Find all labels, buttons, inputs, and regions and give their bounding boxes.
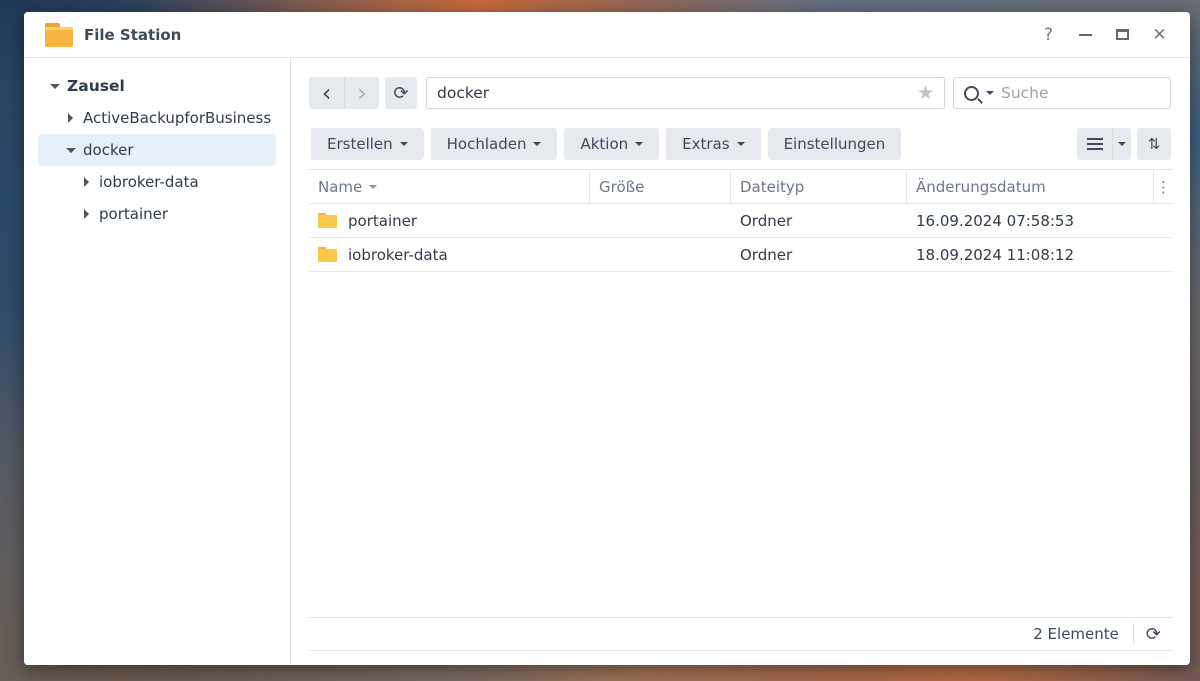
minimize-button[interactable] (1067, 20, 1104, 50)
dropdown-caret-icon (635, 142, 644, 146)
tree-item-label: docker (83, 141, 134, 159)
table-header: Name Größe Dateityp Änderungsdatum ⋮ (309, 169, 1173, 204)
create-label: Erstellen (327, 135, 393, 153)
caret-right-icon[interactable] (68, 113, 73, 123)
tree-item-portainer[interactable]: portainer (38, 198, 276, 230)
file-name: portainer (348, 211, 418, 230)
title-bar: File Station ? ✕ (24, 12, 1190, 58)
tree-item-docker[interactable]: docker (38, 134, 276, 166)
table-row[interactable]: portainer Ordner 16.09.2024 07:58:53 (309, 204, 1173, 238)
column-header-type[interactable]: Dateityp (731, 170, 907, 203)
main-panel: ‹ › ⟳ docker ★ Suche Erstellen Hochladen (292, 58, 1190, 665)
tree-item-label: ActiveBackupforBusiness (83, 109, 272, 127)
upload-button[interactable]: Hochladen (430, 128, 558, 160)
tree-item-activebackupforbusiness[interactable]: ActiveBackupforBusiness (38, 102, 276, 134)
tree-root-zausel[interactable]: Zausel (38, 70, 276, 102)
favorite-star-icon[interactable]: ★ (917, 82, 934, 104)
column-header-size[interactable]: Größe (590, 170, 731, 203)
cell-type: Ordner (740, 211, 793, 230)
refresh-button[interactable]: ⟳ (385, 77, 417, 109)
sort-caret-icon (369, 184, 378, 189)
search-icon[interactable] (964, 85, 979, 101)
column-header-name[interactable]: Name (309, 170, 590, 203)
item-count: 2 Elemente (1033, 625, 1119, 643)
extras-label: Extras (682, 135, 730, 153)
action-label: Aktion (580, 135, 629, 153)
close-button[interactable]: ✕ (1141, 20, 1178, 50)
file-list: Name Größe Dateityp Änderungsdatum ⋮ por… (309, 169, 1173, 272)
list-view-icon (1086, 138, 1103, 150)
column-name-label: Name (318, 177, 363, 196)
settings-label: Einstellungen (783, 135, 886, 153)
folder-tree: Zausel ActiveBackupforBusiness docker io… (24, 58, 291, 665)
forward-button[interactable]: › (344, 77, 379, 109)
file-station-window: File Station ? ✕ Zausel ActiveBackupforB… (24, 12, 1190, 665)
extras-button[interactable]: Extras (666, 128, 761, 160)
window-controls: ? ✕ (1030, 20, 1190, 50)
create-button[interactable]: Erstellen (311, 128, 424, 160)
caret-down-icon[interactable] (50, 83, 60, 89)
file-name: iobroker-data (348, 245, 448, 264)
folder-icon (318, 247, 337, 262)
settings-button[interactable]: Einstellungen (767, 128, 902, 160)
dropdown-caret-icon (736, 142, 745, 146)
action-button[interactable]: Aktion (564, 128, 660, 160)
caret-right-icon[interactable] (84, 209, 89, 219)
search-placeholder: Suche (1001, 84, 1049, 102)
back-button[interactable]: ‹ (309, 77, 344, 109)
tree-root-label: Zausel (67, 77, 125, 95)
cell-name: iobroker-data (309, 246, 590, 264)
dropdown-caret-icon (399, 142, 408, 146)
search-field[interactable]: Suche (953, 77, 1171, 109)
column-options-icon[interactable]: ⋮ (1154, 170, 1173, 203)
view-mode-dropdown[interactable] (1112, 128, 1131, 160)
tree-item-label: portainer (99, 205, 169, 223)
cell-date: 18.09.2024 11:08:12 (916, 245, 1075, 264)
cell-date: 16.09.2024 07:58:53 (916, 211, 1075, 230)
path-field[interactable]: docker ★ (426, 77, 945, 109)
window-title: File Station (84, 25, 182, 44)
file-station-app-icon (45, 22, 73, 47)
list-view-button[interactable] (1077, 128, 1112, 160)
action-toolbar: Erstellen Hochladen Aktion Extras Einste… (311, 128, 1171, 160)
maximize-icon (1116, 29, 1129, 40)
caret-down-icon[interactable] (66, 147, 76, 153)
search-options-caret-icon[interactable] (986, 91, 994, 95)
folder-icon (318, 213, 337, 228)
dropdown-caret-icon (1118, 142, 1126, 146)
history-buttons: ‹ › (309, 77, 379, 109)
cell-name: portainer (309, 212, 590, 230)
path-text: docker (437, 84, 490, 102)
minimize-icon (1079, 33, 1092, 36)
help-button[interactable]: ? (1030, 20, 1067, 50)
view-mode-group (1077, 128, 1131, 160)
status-bar: 2 Elemente ⟳ (309, 617, 1173, 651)
column-header-date[interactable]: Änderungsdatum (907, 170, 1154, 203)
table-row[interactable]: iobroker-data Ordner 18.09.2024 11:08:12 (309, 238, 1173, 272)
upload-label: Hochladen (446, 135, 527, 153)
tree-item-iobroker-data[interactable]: iobroker-data (38, 166, 276, 198)
status-divider (1132, 623, 1134, 645)
refresh-icon[interactable]: ⟳ (1146, 624, 1161, 645)
caret-right-icon[interactable] (84, 177, 89, 187)
sort-button[interactable]: ⇅ (1137, 128, 1171, 160)
dropdown-caret-icon (533, 142, 542, 146)
navigation-bar: ‹ › ⟳ docker ★ Suche (309, 77, 1171, 109)
cell-type: Ordner (740, 245, 793, 264)
maximize-button[interactable] (1104, 20, 1141, 50)
tree-item-label: iobroker-data (99, 173, 199, 191)
